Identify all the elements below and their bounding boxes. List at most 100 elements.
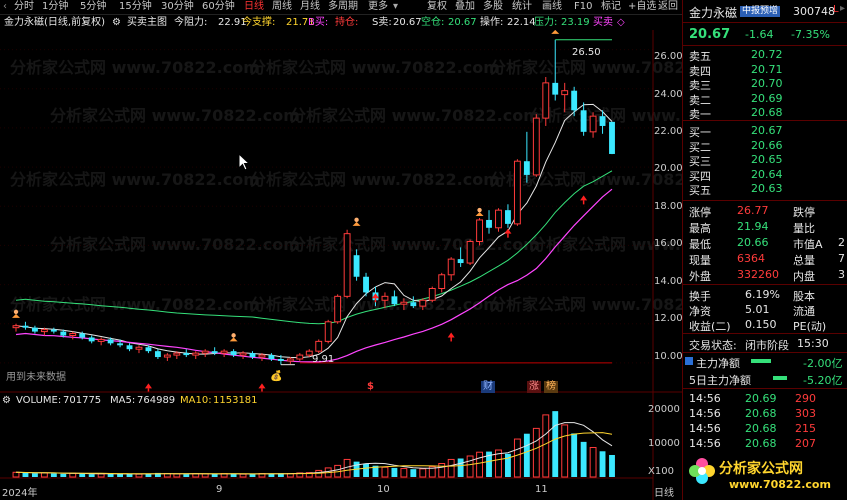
ranking-badge[interactable]: 榜 [544,381,558,393]
tab-5min[interactable]: 5分钟 [80,1,106,13]
candle-body [609,121,615,154]
prev-arrow-icon[interactable]: ‹ [3,1,7,13]
add-watchlist-button[interactable]: +自选 [628,1,656,13]
price-tick: 14.00 [654,276,683,287]
candle-body [163,354,171,358]
signal-figure-icon [12,313,20,318]
tool-fuquan[interactable]: 复权 [427,1,447,13]
candle-body [249,353,256,358]
volume-bar [532,427,540,478]
tick-volume: 207 [795,437,816,450]
tab-monthly[interactable]: 月线 [300,1,320,13]
date-tick: 9 [216,484,223,495]
candle-body [400,301,408,305]
volume-bars [12,411,615,478]
tool-f10[interactable]: F10 [574,1,592,13]
tool-draw-line[interactable]: 画线 [542,1,562,13]
candle-body [315,340,323,352]
volume-bar [40,472,48,478]
candle-body [589,115,597,133]
candle-body [154,351,161,358]
tab-fenshi[interactable]: 分时 [14,1,34,13]
volume-bar [201,473,209,478]
mouse-cursor-icon [238,153,250,171]
trade-time: 15:30 [797,337,829,350]
stat-label: PE(动) [793,320,827,333]
candle-body [486,219,492,228]
tool-overlay[interactable]: 叠加 [455,1,475,13]
tool-multi-stock[interactable]: 多股 [483,1,503,13]
tab-1min[interactable]: 1分钟 [42,1,68,13]
volume-bar [391,467,398,477]
chart-markers [12,30,612,393]
candle-body [353,255,360,277]
tool-mark[interactable]: 标记 [601,1,621,13]
money-bag-icon[interactable]: 💰 [270,371,282,383]
price-change: -1.64 [745,28,774,41]
tab-30min[interactable]: 30分钟 [161,1,194,13]
tab-multi-period[interactable]: 多周期 [328,1,358,13]
candle-body [324,321,332,342]
volume-bar [571,433,578,477]
chart-area[interactable]: 分析家公式网 www.70822.com 分析家公式网 www.70822.com… [0,30,682,500]
candle-body [183,353,190,356]
volume-bar [50,473,57,477]
ask-price: 20.72 [751,48,783,61]
buy-arrow-icon [504,228,512,234]
logo-text: 分析家公式网 [719,461,803,477]
stat-value: 26.77 [737,204,769,217]
support-band-line [15,188,613,363]
price-tick: 22.00 [654,126,683,137]
buy-b-label: B买: [308,17,329,28]
indicator-gear-icon[interactable]: ⚙ [112,17,121,29]
tab-weekly[interactable]: 周线 [272,1,292,13]
stat-value: 3 [838,268,845,281]
stat-value: 7 [838,252,845,265]
date-tick: 11 [535,484,548,495]
tab-daily[interactable]: 日线 [244,1,264,13]
watermark-text: 分析家公式网 www.70822.com [50,106,300,125]
volume-label: VOLUME: [16,395,62,406]
candle-body [447,258,455,276]
volume-bar [60,473,67,477]
tick-price: 20.68 [745,407,777,420]
signal-figure-icon [475,212,484,217]
bid-price: 20.67 [751,124,783,137]
candle-body [107,339,114,344]
price-tick: 24.00 [654,89,683,100]
trade-status-label: 交易状态: [689,339,737,352]
tab-more[interactable]: 更多 [368,1,388,13]
more-icon[interactable]: ▸ [840,3,845,14]
stat-value: 2 [838,236,845,249]
candle-body [343,233,351,297]
price-axis: 26.00 24.00 22.00 20.00 18.00 16.00 14.0… [654,30,683,370]
more-dropdown-icon[interactable]: ▾ [393,1,398,13]
volume-bar [513,438,521,478]
volume-bar [363,463,369,477]
stat-value: 5.01 [745,303,770,316]
back-button[interactable]: 返回 [658,1,678,13]
volume-bar [31,473,38,477]
candle-body [126,345,133,350]
dollar-badge[interactable]: $ [367,381,374,393]
stat-label: 流通 [793,305,815,318]
volume-gear-icon[interactable]: ⚙ [2,395,11,407]
limit-up-badge[interactable]: 涨 [527,381,541,393]
tab-60min[interactable]: 60分钟 [202,1,235,13]
resistance-label: 今阻力: [174,17,208,28]
candle-body [50,329,57,332]
indicator-name[interactable]: 买卖主图 [127,17,167,29]
flow-5d-bar [773,376,787,380]
volume-bar [88,474,95,477]
watermark-text: 分析家公式网 www.70822.com [250,170,500,189]
bid-label: 买五 [689,184,711,197]
finance-badge[interactable]: 财 [481,381,495,393]
volume-bar [173,473,181,478]
stat-label: 最低 [689,238,711,251]
earnings-tag[interactable]: 中报预增 [740,6,781,17]
tool-statistics[interactable]: 统计 [512,1,532,13]
diamond-icon: ◇ [617,17,625,28]
tab-15min[interactable]: 15分钟 [119,1,152,13]
tick-time: 14:56 [689,437,721,450]
flow-toggle-icon[interactable] [685,357,693,365]
